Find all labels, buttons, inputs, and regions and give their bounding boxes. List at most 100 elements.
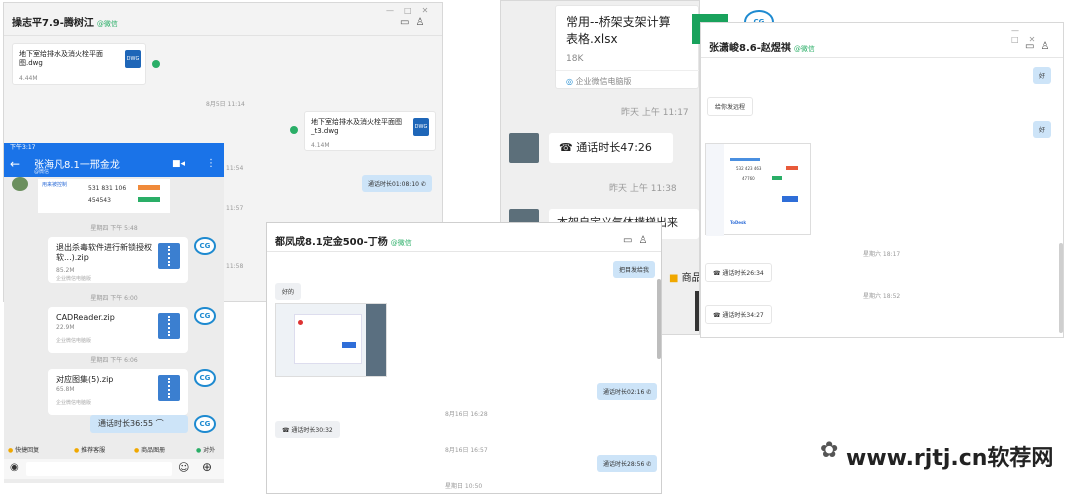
- back-arrow-icon[interactable]: ←: [10, 157, 20, 171]
- close-icon[interactable]: ✕: [422, 6, 439, 15]
- quick-reply-button[interactable]: ● 快捷回复: [8, 445, 39, 454]
- call-duration: 通话时长34:27: [722, 312, 764, 319]
- timestamp: 星期四 下午 5:48: [90, 225, 138, 232]
- file-message[interactable]: 常用--桥架支架计算表格.xlsx 18K ◎ 企业微信电脑版: [555, 5, 699, 89]
- chat-toolbar: ▭♙: [400, 17, 430, 28]
- remote-id: 531 831 106: [88, 185, 127, 192]
- phone-header: ← 张海凡8.1一邢金龙 @微信 ■◂ ⋮: [4, 153, 224, 177]
- file-name: 地下室给排水及消火栓平面图_t3.dwg: [311, 118, 402, 135]
- sent-message[interactable]: 把目发给我: [613, 261, 656, 278]
- phone-icon: ✆: [646, 389, 652, 396]
- timestamp: 11:57: [226, 205, 244, 212]
- video-call-icon[interactable]: ▭: [1025, 41, 1040, 52]
- source-text: 企业微信电脑版: [575, 77, 632, 86]
- file-message[interactable]: 地下室给排水及消火栓平面图.dwg 4.44M DWG: [12, 43, 146, 85]
- phone-icon: ☎: [713, 270, 721, 277]
- wechat-tag: @微信: [390, 239, 412, 247]
- chat-toolbar: ▭♙: [623, 235, 653, 246]
- wechat-tag: @微信: [34, 169, 50, 175]
- call-duration-message[interactable]: 通话时长36:55 ⌒: [90, 415, 188, 433]
- source-label: ◎ 企业微信电脑版: [566, 76, 632, 87]
- shop-button[interactable]: ■ 商品: [669, 269, 700, 284]
- timestamp: 星期四 下午 6:00: [90, 295, 138, 302]
- call-duration-message[interactable]: ☎ 通话时长26:34: [705, 263, 772, 282]
- download-icon[interactable]: [290, 126, 298, 134]
- scrollbar[interactable]: [1059, 243, 1063, 333]
- file-name: 对应图集(5).zip: [56, 375, 114, 384]
- download-icon[interactable]: [152, 60, 160, 68]
- phone-icon: ☎: [713, 312, 721, 319]
- file-message[interactable]: CADReader.zip 22.9M 企业微信电脑版: [48, 307, 188, 353]
- file-message[interactable]: 地下室给排水及消火栓平面图_t3.dwg 4.14M DWG: [304, 111, 436, 151]
- call-duration-message[interactable]: 通话时长28:56 ✆: [597, 455, 658, 472]
- zip-file-icon: [158, 375, 180, 401]
- divider: [4, 35, 442, 36]
- button-label: 对外: [203, 447, 216, 454]
- received-message[interactable]: 给你发远程: [707, 97, 754, 116]
- call-duration-message[interactable]: ☎ 通话时长47:26: [549, 133, 673, 163]
- sidebar: [706, 144, 724, 236]
- file-size: 4.44M: [19, 75, 38, 82]
- scrollbar[interactable]: [695, 291, 699, 331]
- cg-logo-icon: [12, 177, 28, 191]
- call-duration-message[interactable]: ☎ 通话时长34:27: [705, 305, 772, 324]
- call-duration-message[interactable]: 通话时长01:08:10 ✆: [362, 175, 432, 192]
- chat-window-5: 都凤成8.1定金500-丁杨 @微信 ▭♙ 把目发给我 好的 通话时长02:16 …: [266, 222, 662, 494]
- file-message[interactable]: 对应图集(5).zip 65.8M 企业微信电脑版: [48, 369, 188, 415]
- cg-logo-icon: CG: [194, 307, 216, 325]
- call-duration-message[interactable]: 通话时长02:16 ✆: [597, 383, 658, 400]
- timestamp: 昨天 上午 11:17: [621, 108, 689, 118]
- received-message[interactable]: 好的: [275, 283, 302, 300]
- plus-icon[interactable]: ⊕: [202, 460, 212, 474]
- file-size: 18K: [566, 54, 584, 64]
- scrollbar[interactable]: [657, 279, 661, 359]
- window-title: 张潇峻8.6-赵煜祺 @微信: [709, 39, 815, 54]
- remote-info-card[interactable]: 用来被控制 531 831 106 454543: [38, 179, 170, 213]
- external-button[interactable]: ● 对外: [196, 445, 215, 454]
- zip-file-icon: [158, 243, 180, 269]
- file-name: 常用--桥架支架计算表格.xlsx: [566, 15, 671, 46]
- add-member-icon[interactable]: ♙: [1040, 41, 1055, 52]
- divider: [701, 57, 1063, 58]
- screenshot-image[interactable]: [275, 303, 387, 377]
- remote-desktop-screenshot[interactable]: 532 423 463 47760 ToDesk: [705, 143, 811, 236]
- video-call-icon[interactable]: ■◂: [172, 159, 185, 169]
- video-call-icon[interactable]: ▭: [623, 235, 638, 246]
- shop-label: 商品: [681, 273, 700, 284]
- site-name: www.rjtj.cn软荐网: [846, 446, 1054, 471]
- recommend-button[interactable]: ● 推荐客服: [74, 445, 105, 454]
- maximize-icon[interactable]: □: [404, 6, 422, 15]
- timestamp: 昨天 上午 11:38: [609, 184, 677, 194]
- remote-code: 454543: [88, 197, 111, 204]
- emoji-icon[interactable]: ☺: [178, 461, 189, 474]
- source-text: 企业微信电脑版: [56, 338, 92, 344]
- call-duration: 通话时长30:32: [291, 427, 333, 434]
- file-message[interactable]: 退出杀毒软件进行新锁授权软...).zip 85.2M 企业微信电脑版: [48, 237, 188, 283]
- call-duration-message[interactable]: ☎ 通话时长30:32: [275, 421, 340, 438]
- minimize-icon[interactable]: —: [1011, 26, 1029, 35]
- message-input[interactable]: [26, 462, 172, 476]
- more-menu-icon[interactable]: ⋮: [206, 158, 216, 169]
- remote-password: 47760: [742, 176, 755, 181]
- call-duration: 通话时长28:56: [603, 461, 645, 468]
- minimize-icon[interactable]: —: [386, 6, 404, 15]
- window-controls[interactable]: —□✕: [386, 6, 438, 15]
- zip-file-icon: [158, 313, 180, 339]
- phone-icon: ☎: [282, 427, 290, 434]
- catalog-button[interactable]: ● 商品图册: [134, 445, 165, 454]
- timestamp: 8月16日 16:57: [445, 447, 488, 454]
- add-member-icon[interactable]: ♙: [638, 235, 653, 246]
- contact-name: 都凤成8.1定金500-丁杨: [275, 237, 388, 248]
- video-call-icon[interactable]: ▭: [400, 17, 415, 28]
- red-mark: [298, 320, 303, 325]
- timestamp: 8月16日 16:28: [445, 411, 488, 418]
- timestamp: 星期四 下午 6:06: [90, 357, 138, 364]
- brand-watermark: ✿ www.rjtj.cn软荐网: [820, 438, 1078, 472]
- add-member-icon[interactable]: ♙: [415, 17, 430, 28]
- sent-message[interactable]: 好: [1033, 121, 1052, 138]
- sent-message[interactable]: 好: [1033, 67, 1052, 84]
- shop-icon: ■: [669, 273, 679, 284]
- bar: [730, 158, 760, 161]
- voice-icon[interactable]: ◉: [10, 462, 19, 473]
- window-title: 操志平7.9-腾树江 @微信: [12, 14, 118, 29]
